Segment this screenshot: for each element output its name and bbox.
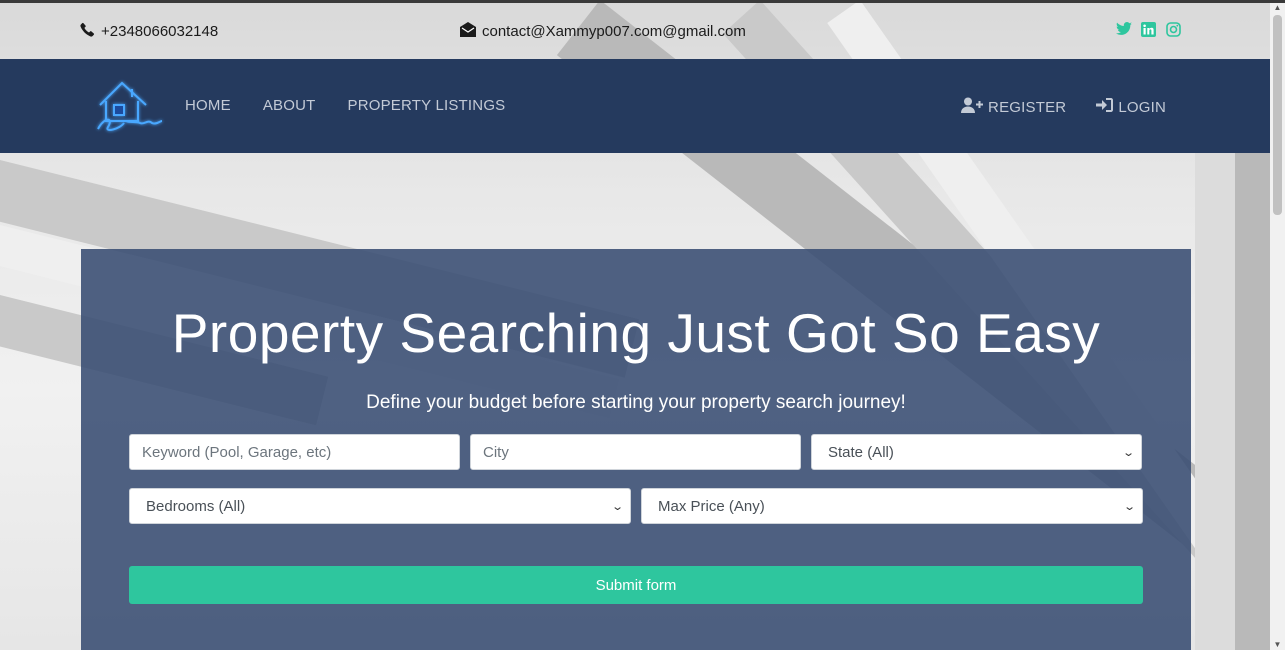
phone-icon (80, 22, 95, 41)
max-price-select[interactable]: Max Price (Any) ⌄ (641, 488, 1143, 524)
register-label: REGISTER (988, 98, 1067, 116)
bedrooms-select-value: Bedrooms (All) (146, 497, 246, 515)
nav-about[interactable]: ABOUT (263, 97, 316, 114)
contact-bar: +2348066032148 contact@Xammyp007.com@gma… (0, 3, 1270, 59)
envelope-open-icon (460, 22, 476, 41)
nav-home[interactable]: HOME (185, 97, 231, 114)
email-contact: contact@Xammyp007.com@gmail.com (460, 22, 746, 41)
page-scrollbar[interactable]: ▲ ▼ (1270, 3, 1285, 650)
instagram-icon[interactable] (1166, 22, 1182, 38)
property-search-panel: Property Searching Just Got So Easy Defi… (81, 249, 1191, 650)
state-select[interactable]: State (All) ⌄ (811, 434, 1142, 470)
window-top-border (0, 0, 1285, 3)
user-plus-icon (961, 97, 984, 117)
city-input[interactable]: City (470, 434, 801, 470)
register-link[interactable]: REGISTER (961, 97, 1066, 117)
phone-number: +2348066032148 (101, 23, 219, 40)
bedrooms-select[interactable]: Bedrooms (All) ⌄ (129, 488, 631, 524)
signed-logo[interactable] (90, 77, 166, 135)
phone-contact: +2348066032148 (80, 22, 218, 41)
scrollbar-thumb[interactable] (1273, 15, 1282, 215)
scroll-up-arrow-icon[interactable]: ▲ (1273, 3, 1282, 13)
nav-property-listings[interactable]: PROPERTY LISTINGS (348, 97, 506, 114)
submit-form-button[interactable]: Submit form (129, 566, 1143, 604)
twitter-icon[interactable] (1116, 22, 1132, 38)
hero-subtitle: Define your budget before starting your … (366, 392, 906, 413)
social-links (1116, 22, 1182, 38)
hero-title: Property Searching Just Got So Easy (171, 302, 1101, 364)
chevron-down-icon: ⌄ (1122, 500, 1136, 513)
keyword-input[interactable]: Keyword (Pool, Garage, etc) (129, 434, 460, 470)
chevron-down-icon: ⌄ (610, 500, 624, 513)
state-select-value: State (All) (828, 443, 894, 461)
email-address: contact@Xammyp007.com@gmail.com (482, 23, 746, 40)
sign-in-icon (1096, 97, 1114, 117)
chevron-down-icon: ⌄ (1121, 446, 1135, 459)
scroll-down-arrow-icon[interactable]: ▼ (1273, 640, 1282, 650)
login-link[interactable]: LOGIN (1096, 97, 1166, 117)
login-label: LOGIN (1118, 98, 1166, 116)
primary-nav: HOME ABOUT PROPERTY LISTINGS (185, 97, 505, 114)
auth-nav: REGISTER LOGIN (961, 97, 1166, 117)
linkedin-icon[interactable] (1141, 22, 1157, 38)
max-price-select-value: Max Price (Any) (658, 497, 765, 515)
main-navbar: HOME ABOUT PROPERTY LISTINGS REGISTER LO… (0, 59, 1270, 153)
